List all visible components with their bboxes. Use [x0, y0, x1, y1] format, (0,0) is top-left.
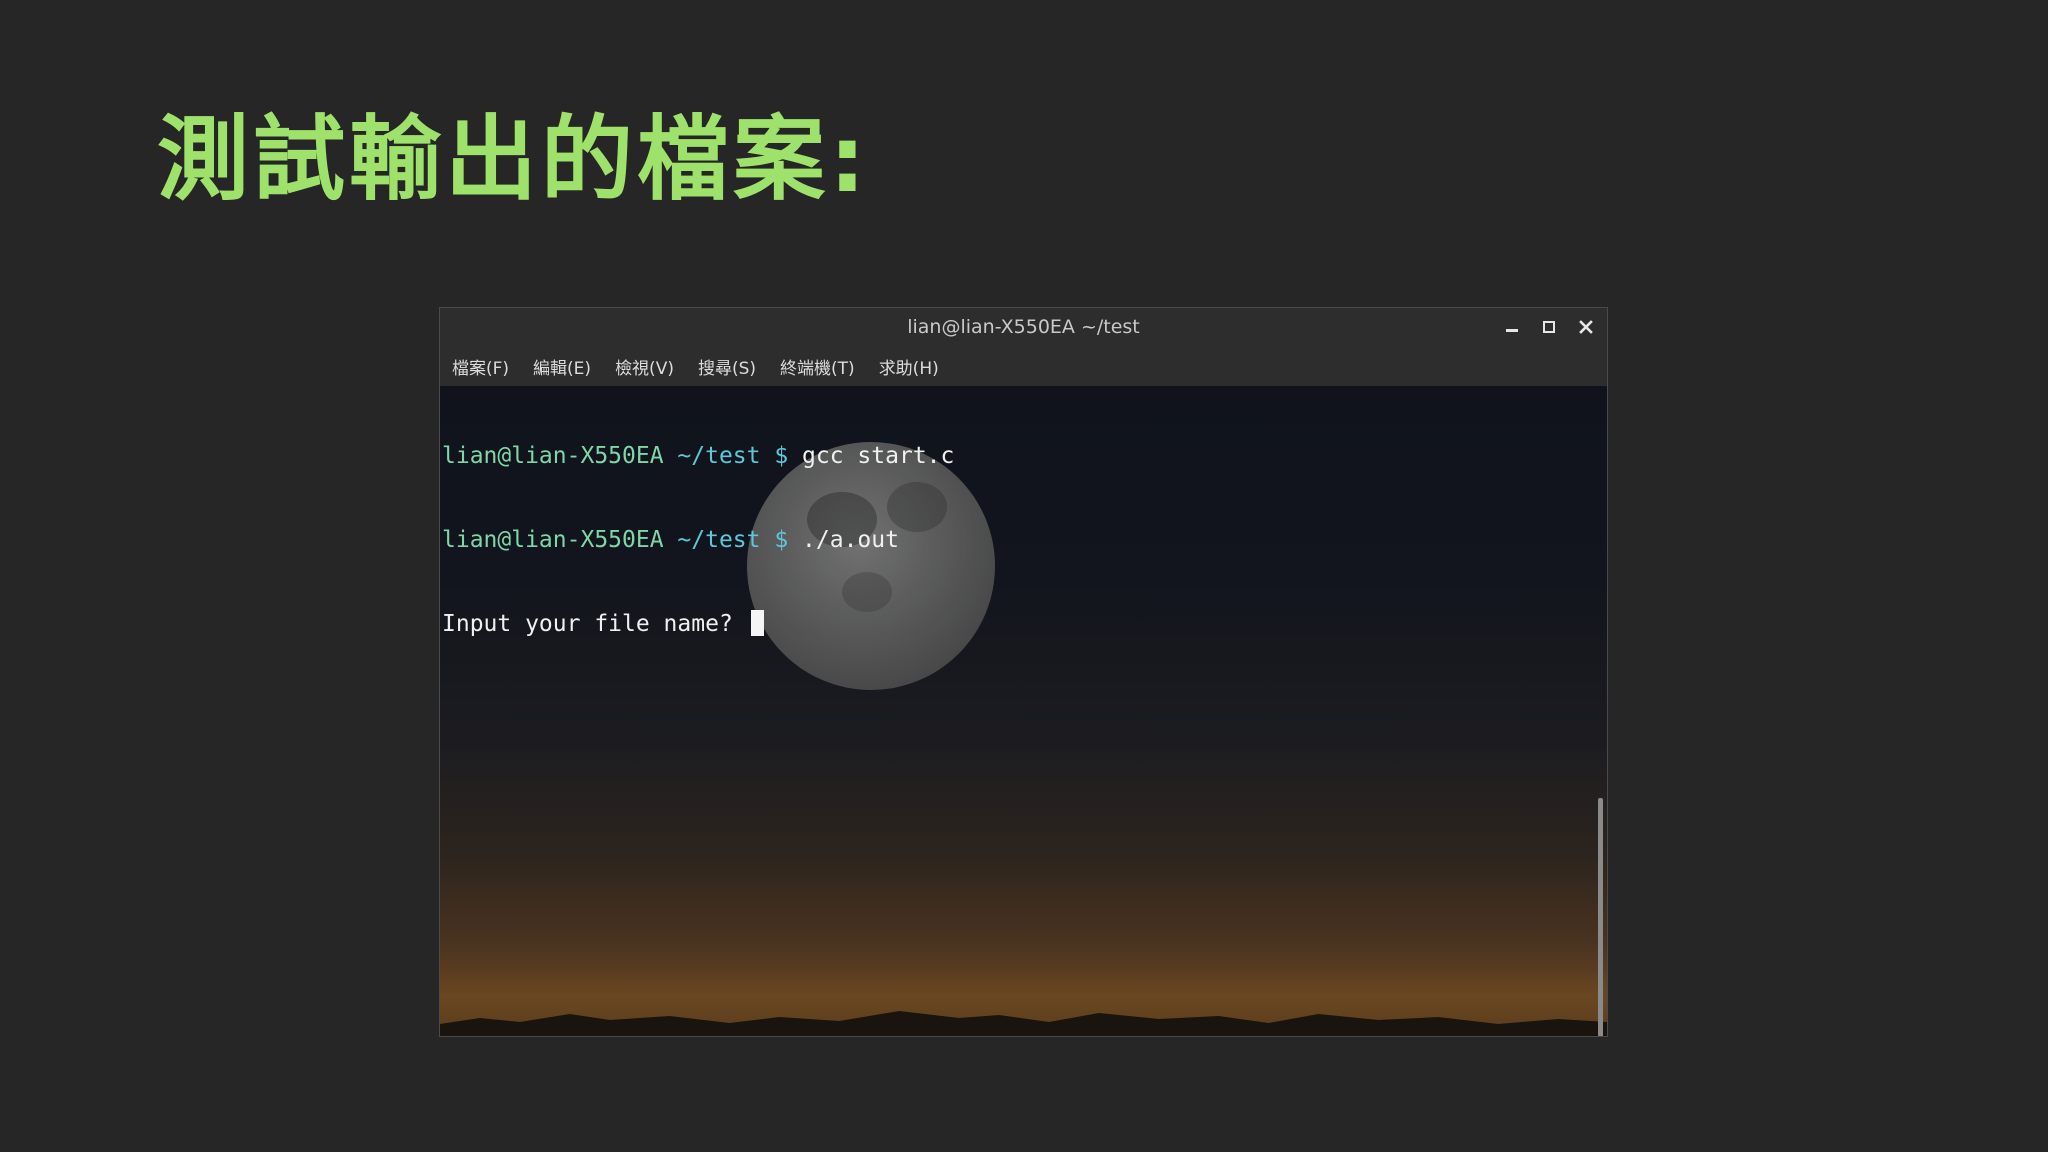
menu-edit[interactable]: 編輯(E): [533, 354, 591, 379]
terminal-line: lian@lian-X550EA ~/test $ gcc start.c: [442, 442, 954, 470]
menu-terminal[interactable]: 終端機(T): [780, 354, 855, 379]
text-cursor: [750, 610, 764, 636]
prompt-path: ~/test $: [663, 443, 803, 469]
window-title: lian@lian-X550EA ~/test: [907, 316, 1140, 338]
terminal-window: lian@lian-X550EA ~/test 檔案(F) 編輯(E) 檢視(V…: [439, 307, 1608, 1037]
maximize-icon: [1543, 321, 1555, 333]
terminal-area[interactable]: lian@lian-X550EA ~/test $ gcc start.c li…: [440, 386, 1607, 1036]
close-button[interactable]: [1571, 312, 1601, 342]
command-text: gcc start.c: [802, 443, 955, 469]
slide-title: 測試輸出的檔案:: [157, 106, 870, 213]
terminal-line: lian@lian-X550EA ~/test $ ./a.out: [442, 526, 954, 554]
menu-search[interactable]: 搜尋(S): [698, 354, 756, 379]
menu-file[interactable]: 檔案(F): [452, 354, 509, 379]
prompt-path: ~/test $: [663, 527, 803, 553]
program-output: Input your file name?: [442, 611, 747, 637]
close-icon: [1579, 320, 1593, 334]
scrollbar[interactable]: [1598, 798, 1603, 1036]
maximize-button[interactable]: [1534, 312, 1564, 342]
minimize-icon: [1506, 329, 1518, 332]
window-titlebar[interactable]: lian@lian-X550EA ~/test: [440, 308, 1607, 346]
menu-view[interactable]: 檢視(V): [615, 354, 674, 379]
menu-bar: 檔案(F) 編輯(E) 檢視(V) 搜尋(S) 終端機(T) 求助(H): [440, 346, 1607, 386]
minimize-button[interactable]: [1497, 312, 1527, 342]
hills-silhouette: [440, 1011, 1607, 1036]
menu-help[interactable]: 求助(H): [879, 354, 939, 379]
prompt-user: lian@lian-X550EA: [442, 527, 664, 553]
prompt-user: lian@lian-X550EA: [442, 443, 664, 469]
slide: 測試輸出的檔案: lian@lian-X550EA ~/test 檔案(F) 編…: [0, 0, 2048, 1152]
terminal-output: lian@lian-X550EA ~/test $ gcc start.c li…: [442, 386, 954, 694]
terminal-line: Input your file name?: [442, 610, 954, 638]
command-text: ./a.out: [802, 527, 899, 553]
